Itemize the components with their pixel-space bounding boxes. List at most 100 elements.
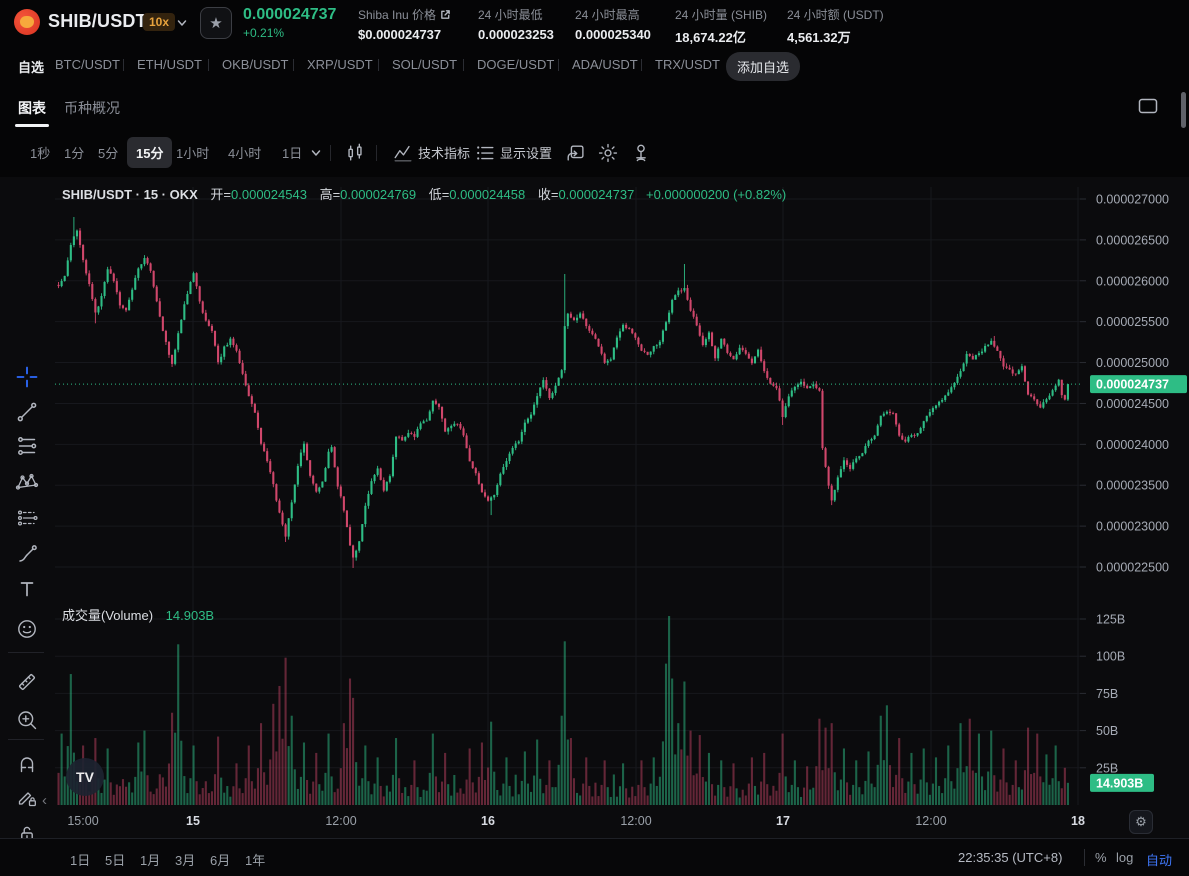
svg-text:12:00: 12:00	[915, 814, 946, 828]
pair-okb-usdt[interactable]: OKB/USDT	[222, 57, 288, 72]
stat-24h-low: 24 小时最低 0.000023253	[478, 6, 554, 42]
high-value: 0.000024769	[340, 187, 416, 202]
range-6mo[interactable]: 6月	[210, 850, 230, 869]
magnet-icon[interactable]	[15, 752, 39, 776]
range-1y[interactable]: 1年	[245, 850, 265, 869]
display-settings-button[interactable]: 显示设置	[500, 143, 552, 162]
interval-15m[interactable]: 15分	[127, 137, 172, 168]
interval-5m[interactable]: 5分	[98, 143, 118, 162]
star-icon: ★	[209, 14, 222, 32]
divider	[1084, 849, 1085, 866]
drawing-mode-lock-icon[interactable]	[15, 785, 39, 809]
chevron-down-icon[interactable]	[176, 17, 188, 29]
display-settings-icon[interactable]	[474, 142, 496, 164]
svg-text:12:00: 12:00	[325, 814, 356, 828]
interval-1d[interactable]: 1日	[282, 143, 302, 162]
pair-ada-usdt[interactable]: ADA/USDT	[572, 57, 638, 72]
interval-1m[interactable]: 1分	[64, 143, 84, 162]
svg-text:0.000025500: 0.000025500	[1096, 315, 1169, 329]
indicators-icon[interactable]	[392, 142, 414, 164]
pair-xrp-usdt[interactable]: XRP/USDT	[307, 57, 373, 72]
interval-1s[interactable]: 1秒	[30, 143, 50, 162]
pair-btc-usdt[interactable]: BTC/USDT	[55, 57, 120, 72]
divider	[208, 59, 209, 71]
svg-text:17: 17	[776, 814, 790, 828]
leverage-badge: 10x	[143, 13, 175, 31]
tradingview-watermark[interactable]: TV	[66, 758, 104, 796]
svg-text:25B: 25B	[1096, 761, 1118, 775]
divider	[463, 59, 464, 71]
emoji-tool-icon[interactable]	[15, 617, 39, 641]
legend-symbol: SHIB/USDT · 15 · OKX	[62, 187, 198, 202]
interval-more-chevron-icon[interactable]	[310, 147, 322, 159]
external-link-icon[interactable]	[440, 9, 451, 20]
percent-scale-button[interactable]: %	[1095, 850, 1107, 865]
symbol-title: SHIB/USDT	[48, 11, 147, 32]
stat-24h-turnover-usdt: 24 小时额 (USDT) 4,561.32万	[787, 6, 884, 46]
range-5d[interactable]: 5日	[105, 850, 125, 869]
brush-icon[interactable]	[15, 542, 39, 566]
range-1mo[interactable]: 1月	[140, 850, 160, 869]
watchlist-bar: 自选 BTC/USDT ETH/USDT OKB/USDT XRP/USDT S…	[0, 44, 1189, 85]
divider	[8, 652, 44, 653]
zoom-in-icon[interactable]	[15, 708, 39, 732]
divider	[293, 59, 294, 71]
svg-text:0.000027000: 0.000027000	[1096, 193, 1169, 207]
candle-style-icon[interactable]	[344, 142, 366, 164]
divider	[641, 59, 642, 71]
high-label: 高=	[320, 187, 341, 202]
text-tool-icon[interactable]	[15, 577, 39, 601]
range-1d[interactable]: 1日	[70, 850, 90, 869]
time-axis-gear-icon[interactable]: ⚙	[1129, 810, 1153, 834]
pair-sol-usdt[interactable]: SOL/USDT	[392, 57, 457, 72]
projection-tool-icon[interactable]	[15, 506, 39, 530]
divider	[330, 145, 331, 161]
auto-scale-button[interactable]: 自动	[1146, 850, 1172, 869]
pair-eth-usdt[interactable]: ETH/USDT	[137, 57, 202, 72]
page-scrollbar-thumb[interactable]	[1181, 92, 1186, 128]
add-favorite-button[interactable]: 添加自选	[726, 52, 800, 81]
stat-label: 24 小时额 (USDT)	[787, 6, 884, 23]
fib-retracement-icon[interactable]	[15, 434, 39, 458]
clock[interactable]: 22:35:35 (UTC+8)	[958, 850, 1062, 865]
open-value: 0.000024543	[231, 187, 307, 202]
tab-coin-overview[interactable]: 币种概况	[64, 98, 120, 118]
candlestick-chart-canvas[interactable]: 0.000027000 0.000026500 0.000026000 0.00002…	[0, 177, 1189, 838]
top-header: SHIB/USDT 10x ★ 0.000024737 +0.21% Shiba…	[0, 0, 1189, 44]
svg-text:0.000026000: 0.000026000	[1096, 274, 1169, 288]
favorites-tab[interactable]: 自选	[18, 57, 44, 76]
divider	[558, 59, 559, 71]
layout-panel-icon[interactable]	[1138, 98, 1158, 114]
drawing-toolbar	[0, 177, 52, 838]
xabcd-pattern-icon[interactable]	[15, 470, 39, 494]
close-label: 收=	[538, 187, 559, 202]
log-scale-button[interactable]: log	[1116, 850, 1133, 865]
tab-chart[interactable]: 图表	[18, 98, 46, 118]
stat-24h-high: 24 小时最高 0.000025340	[575, 6, 651, 42]
trend-line-icon[interactable]	[15, 400, 39, 424]
svg-text:0.000026500: 0.000026500	[1096, 233, 1169, 247]
indicators-button[interactable]: 技术指标	[418, 143, 470, 162]
collapse-toolbar-chevron[interactable]: ‹	[42, 792, 47, 809]
divider	[123, 59, 124, 71]
favorite-star-button[interactable]: ★	[200, 7, 232, 39]
svg-text:0.000023000: 0.000023000	[1096, 520, 1169, 534]
pair-doge-usdt[interactable]: DOGE/USDT	[477, 57, 554, 72]
scale-icon[interactable]	[630, 142, 652, 164]
interval-4h[interactable]: 4小时	[228, 143, 261, 162]
divider	[378, 59, 379, 71]
low-label: 低=	[429, 187, 450, 202]
price-change-percent: +0.21%	[243, 26, 284, 40]
range-3mo[interactable]: 3月	[175, 850, 195, 869]
ruler-icon[interactable]	[15, 670, 39, 694]
replay-icon[interactable]	[565, 142, 587, 164]
svg-text:15:00: 15:00	[67, 814, 98, 828]
svg-text:0.000023500: 0.000023500	[1096, 479, 1169, 493]
svg-text:0.000022500: 0.000022500	[1096, 561, 1169, 575]
crosshair-icon[interactable]	[15, 365, 39, 389]
interval-1h[interactable]: 1小时	[176, 143, 209, 162]
legend-change: +0.000000200 (+0.82%)	[646, 187, 786, 202]
svg-text:0.000024000: 0.000024000	[1096, 438, 1169, 452]
pair-trx-usdt[interactable]: TRX/USDT	[655, 57, 720, 72]
chart-settings-gear-icon[interactable]	[597, 142, 619, 164]
